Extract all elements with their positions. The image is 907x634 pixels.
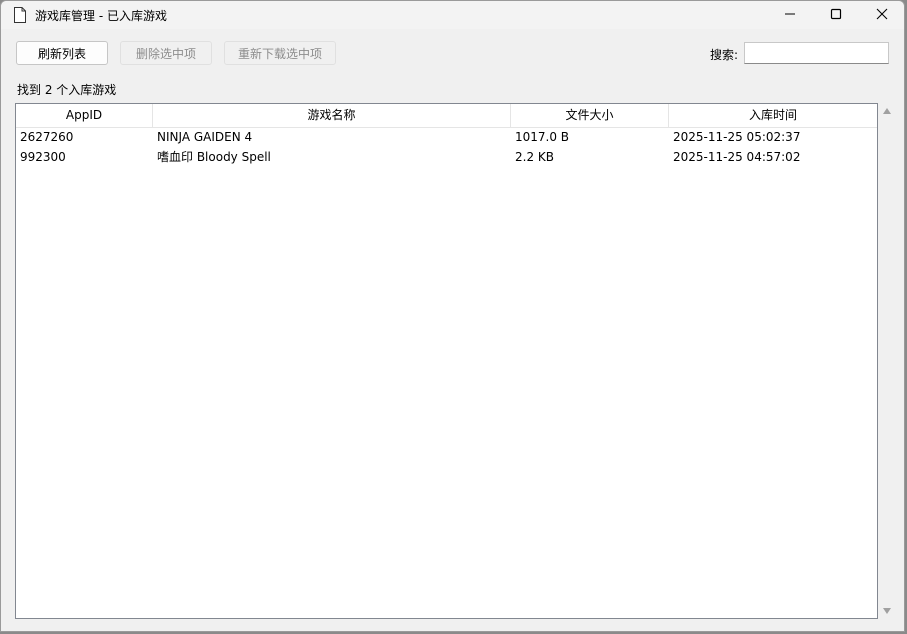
maximize-button[interactable] [813,1,859,29]
table-row[interactable]: 2627260 NINJA GAIDEN 4 1017.0 B 2025-11-… [16,127,877,147]
window-title: 游戏库管理 - 已入库游戏 [35,9,167,23]
games-table: AppID 游戏名称 文件大小 入库时间 2627260 NINJA GAIDE… [15,103,878,619]
app-window: 游戏库管理 - 已入库游戏 刷新列表 删除选中项 重新下载选中项 搜索: 找到 … [0,0,905,632]
column-header-size[interactable]: 文件大小 [511,104,669,127]
arrow-down-icon [882,604,892,618]
cell-time: 2025-11-25 04:57:02 [673,150,801,164]
vertical-scrollbar[interactable] [879,103,895,619]
cell-size: 1017.0 B [515,130,570,144]
cell-time: 2025-11-25 05:02:37 [673,130,801,144]
column-header-name[interactable]: 游戏名称 [153,104,511,127]
cell-size: 2.2 KB [515,150,554,164]
cell-appid: 992300 [20,150,66,164]
arrow-up-icon [882,104,892,118]
column-header-time[interactable]: 入库时间 [669,104,877,127]
scroll-down-button[interactable] [879,603,895,619]
table-body: 2627260 NINJA GAIDEN 4 1017.0 B 2025-11-… [16,127,877,167]
cell-name: NINJA GAIDEN 4 [157,130,253,144]
result-count: 找到 2 个入库游戏 [17,83,117,97]
maximize-icon [830,8,842,23]
delete-selected-button[interactable]: 删除选中项 [120,41,212,65]
search-input[interactable] [744,42,889,64]
scroll-up-button[interactable] [879,103,895,119]
refresh-list-button[interactable]: 刷新列表 [16,41,108,65]
close-icon [876,8,888,23]
close-button[interactable] [859,1,905,29]
minimize-icon [784,8,796,23]
column-header-appid[interactable]: AppID [16,104,153,127]
cell-name: 嗜血印 Bloody Spell [157,150,271,164]
search-label: 搜索: [710,48,739,62]
redownload-selected-button[interactable]: 重新下载选中项 [224,41,336,65]
cell-appid: 2627260 [20,130,74,144]
title-bar[interactable]: 游戏库管理 - 已入库游戏 [1,1,904,29]
table-row[interactable]: 992300 嗜血印 Bloody Spell 2.2 KB 2025-11-2… [16,147,877,167]
table-header: AppID 游戏名称 文件大小 入库时间 [16,104,877,128]
document-icon [13,7,27,23]
minimize-button[interactable] [767,1,813,29]
